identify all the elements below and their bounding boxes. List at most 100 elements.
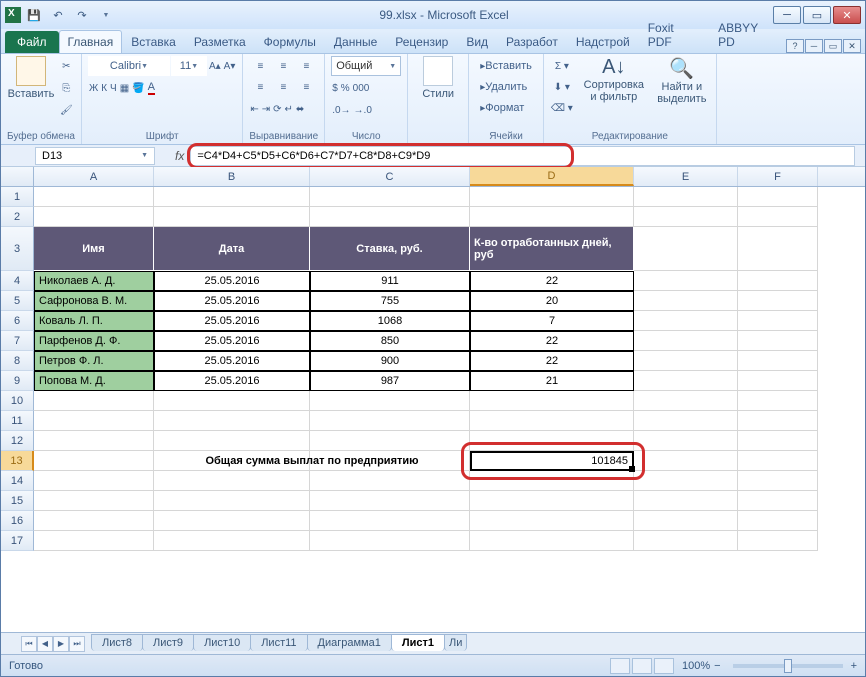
dec-dec[interactable]: →.0 xyxy=(353,100,373,120)
cell[interactable]: Парфенов Д. Ф. xyxy=(34,331,154,351)
active-cell[interactable]: 101845 xyxy=(470,451,634,471)
number-format[interactable]: Общий▼ xyxy=(331,56,401,76)
bold-button[interactable]: Ж xyxy=(88,78,99,98)
comma[interactable]: 000 xyxy=(352,78,371,98)
row-header[interactable]: 12 xyxy=(1,431,34,451)
cut-button[interactable]: ✂ xyxy=(59,56,74,76)
sheet-prev[interactable]: ◀ xyxy=(37,636,53,652)
cell[interactable]: 987 xyxy=(310,371,470,391)
row-header[interactable]: 6 xyxy=(1,311,34,331)
currency[interactable]: $ xyxy=(331,78,339,98)
row-header[interactable]: 11 xyxy=(1,411,34,431)
fill[interactable]: ⬇ ▾ xyxy=(550,77,574,97)
cell[interactable]: Общая сумма выплат по предприятию xyxy=(154,451,310,471)
cell[interactable] xyxy=(738,431,818,451)
tab-data[interactable]: Данные xyxy=(325,30,386,53)
cell[interactable] xyxy=(34,207,154,227)
file-tab[interactable]: Файл xyxy=(5,31,59,53)
sheet-first[interactable]: ⏮ xyxy=(21,636,37,652)
cell[interactable] xyxy=(738,511,818,531)
cell[interactable] xyxy=(634,491,738,511)
cell[interactable] xyxy=(34,391,154,411)
cell[interactable] xyxy=(154,491,310,511)
tab-layout[interactable]: Разметка xyxy=(185,30,255,53)
cell[interactable]: К-во отработанных дней, руб xyxy=(470,227,634,271)
cell[interactable]: 900 xyxy=(310,351,470,371)
cell[interactable]: 911 xyxy=(310,271,470,291)
cell[interactable] xyxy=(310,471,470,491)
tab-review[interactable]: Рецензир xyxy=(386,30,457,53)
cell[interactable] xyxy=(470,531,634,551)
cell[interactable] xyxy=(634,471,738,491)
tab-formulas[interactable]: Формулы xyxy=(255,30,325,53)
cell[interactable]: 22 xyxy=(470,271,634,291)
tab-view[interactable]: Вид xyxy=(457,30,497,53)
cell[interactable] xyxy=(634,371,738,391)
cell[interactable]: 755 xyxy=(310,291,470,311)
row-header[interactable]: 4 xyxy=(1,271,34,291)
sheet-tab[interactable]: Лист11 xyxy=(250,634,307,651)
qat-redo[interactable]: ↷ xyxy=(71,4,93,26)
cell[interactable]: Дата xyxy=(154,227,310,271)
fillcolor-button[interactable]: 🪣 xyxy=(131,78,145,98)
cell[interactable] xyxy=(470,511,634,531)
view-pagebreak[interactable] xyxy=(654,658,674,674)
col-C[interactable]: C xyxy=(310,167,470,186)
sheet-tab[interactable]: Лист9 xyxy=(142,634,194,651)
underline-button[interactable]: Ч xyxy=(109,78,118,98)
cell[interactable] xyxy=(34,531,154,551)
percent[interactable]: % xyxy=(340,78,351,98)
cell[interactable]: Попова М. Д. xyxy=(34,371,154,391)
doc-restore[interactable]: ▭ xyxy=(824,39,842,53)
row-header[interactable]: 15 xyxy=(1,491,34,511)
cell[interactable] xyxy=(634,411,738,431)
cell[interactable]: 25.05.2016 xyxy=(154,371,310,391)
border-button[interactable]: ▦ xyxy=(119,78,130,98)
cell[interactable] xyxy=(634,391,738,411)
cells-delete[interactable]: ▸ Удалить xyxy=(475,77,532,97)
cell[interactable] xyxy=(34,491,154,511)
inc-indent[interactable]: ⇥ xyxy=(261,99,271,119)
fill-handle[interactable] xyxy=(629,466,635,472)
copy-button[interactable]: ⎘ xyxy=(59,78,74,98)
row-header[interactable]: 3 xyxy=(1,227,34,271)
clear[interactable]: ⌫ ▾ xyxy=(550,98,574,118)
cell[interactable] xyxy=(738,331,818,351)
cell[interactable] xyxy=(310,207,470,227)
cell[interactable] xyxy=(738,371,818,391)
align-center[interactable]: ≡ xyxy=(272,77,294,97)
cell[interactable] xyxy=(634,351,738,371)
cell[interactable] xyxy=(470,411,634,431)
font-name[interactable]: Calibri▼ xyxy=(88,56,170,76)
cell[interactable] xyxy=(634,187,738,207)
cell[interactable] xyxy=(634,207,738,227)
cell[interactable] xyxy=(738,311,818,331)
cell[interactable] xyxy=(310,187,470,207)
cell[interactable] xyxy=(738,531,818,551)
row-header[interactable]: 10 xyxy=(1,391,34,411)
cell[interactable] xyxy=(738,271,818,291)
sheet-tab[interactable]: Лист8 xyxy=(91,634,143,651)
window-maximize[interactable]: ▭ xyxy=(803,6,831,24)
cell[interactable] xyxy=(470,471,634,491)
row-header[interactable]: 7 xyxy=(1,331,34,351)
cell[interactable] xyxy=(34,471,154,491)
fontcolor-button[interactable]: A xyxy=(147,78,156,98)
col-B[interactable]: B xyxy=(154,167,310,186)
dec-indent[interactable]: ⇤ xyxy=(249,99,259,119)
cell[interactable] xyxy=(738,227,818,271)
qat-save[interactable]: 💾 xyxy=(23,4,45,26)
wrap-text[interactable]: ↵ xyxy=(284,99,294,119)
sheet-tab-active[interactable]: Лист1 xyxy=(391,634,445,651)
cell[interactable] xyxy=(154,391,310,411)
cell[interactable]: Сафронова В. М. xyxy=(34,291,154,311)
cell[interactable] xyxy=(310,491,470,511)
cell[interactable] xyxy=(738,207,818,227)
row-header[interactable]: 9 xyxy=(1,371,34,391)
paste-button[interactable]: Вставить xyxy=(7,56,55,100)
cell[interactable]: 1068 xyxy=(310,311,470,331)
row-header[interactable]: 1 xyxy=(1,187,34,207)
autosum[interactable]: Σ ▾ xyxy=(550,56,574,76)
cell[interactable]: Ставка, руб. xyxy=(310,227,470,271)
cell[interactable] xyxy=(34,431,154,451)
